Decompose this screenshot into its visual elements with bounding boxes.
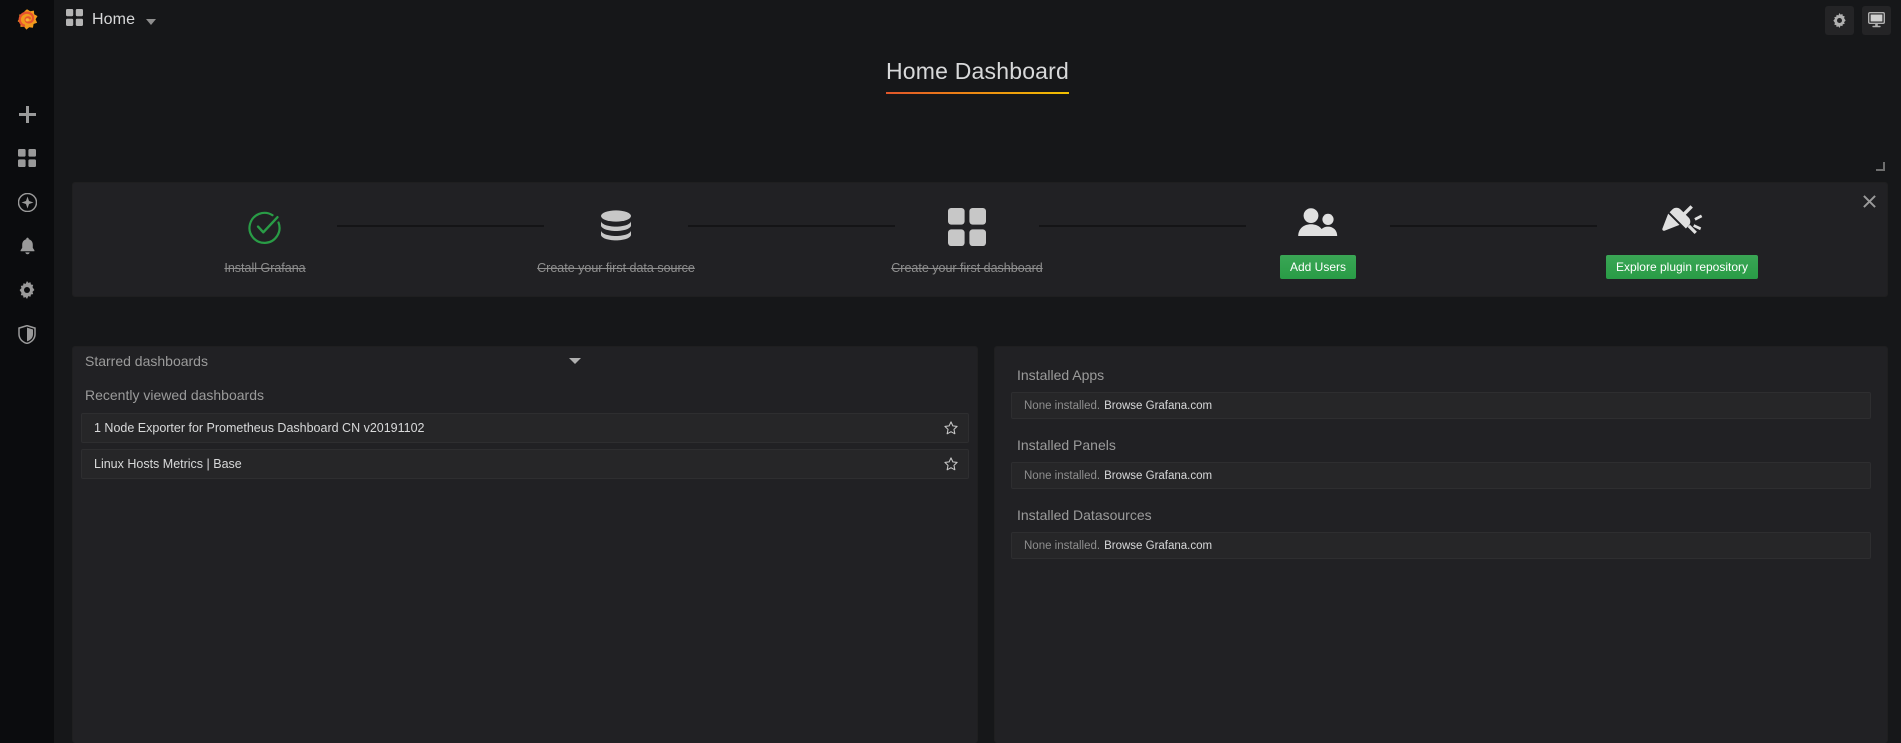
gear-icon (18, 281, 36, 299)
dashboard-link[interactable]: 1 Node Exporter for Prometheus Dashboard… (94, 421, 425, 435)
sidebar-item-dashboards[interactable] (0, 136, 54, 180)
installed-apps-empty-row: None installed. Browse Grafana.com (1011, 392, 1871, 419)
dashboard-link[interactable]: Linux Hosts Metrics | Base (94, 457, 242, 471)
list-item[interactable]: Linux Hosts Metrics | Base (81, 449, 969, 479)
step-connector (1390, 224, 1597, 227)
gear-icon (1832, 12, 1847, 28)
sidebar-item-alerting[interactable] (0, 224, 54, 268)
side-navigation-items (0, 92, 54, 356)
browse-grafana-link[interactable]: Browse Grafana.com (1104, 470, 1212, 482)
database-icon (597, 204, 635, 250)
installed-datasources-group: Installed Datasources None installed. Br… (1005, 501, 1877, 559)
dashboard-title-area: Home Dashboard (54, 40, 1901, 155)
plus-icon (18, 105, 36, 123)
installed-apps-group: Installed Apps None installed. Browse Gr… (1005, 361, 1877, 419)
installed-plugins-panel: Installed Apps None installed. Browse Gr… (994, 346, 1888, 743)
step-connector (337, 224, 544, 227)
dashboard-settings-button[interactable] (1825, 5, 1854, 35)
getting-started-step-create-dashboard[interactable]: Create your first dashboard (891, 204, 1043, 275)
kiosk-mode-button[interactable] (1862, 5, 1891, 35)
star-outline-icon[interactable] (944, 457, 958, 471)
empty-text: None installed. (1024, 399, 1101, 412)
monitor-icon (1868, 12, 1885, 28)
star-outline-icon[interactable] (944, 421, 958, 435)
dashboard-grid-icon (18, 149, 36, 167)
chevron-down-icon[interactable] (146, 18, 157, 25)
grafana-logo[interactable] (0, 0, 54, 44)
breadcrumb[interactable]: Home (54, 9, 157, 31)
plug-icon (1661, 200, 1703, 246)
chevron-down-icon[interactable] (569, 358, 581, 364)
explore-plugin-repository-button[interactable]: Explore plugin repository (1605, 255, 1759, 279)
installed-datasources-title: Installed Datasources (1017, 507, 1152, 523)
dashboard-grid-icon (948, 204, 986, 250)
shield-icon (18, 324, 36, 344)
breadcrumb-label: Home (92, 11, 136, 28)
step-connector (1039, 224, 1246, 227)
users-icon (1296, 200, 1340, 246)
browse-grafana-link[interactable]: Browse Grafana.com (1104, 540, 1212, 552)
list-item[interactable]: 1 Node Exporter for Prometheus Dashboard… (81, 413, 969, 443)
sidebar-item-server-admin[interactable] (0, 312, 54, 356)
recently-viewed-dashboard-list: 1 Node Exporter for Prometheus Dashboard… (73, 413, 977, 479)
grafana-app: Home Home Dashboard Install Grafana Crea… (0, 0, 1901, 743)
browse-grafana-link[interactable]: Browse Grafana.com (1104, 400, 1212, 412)
getting-started-step-explore-plugins[interactable]: Explore plugin repository (1597, 200, 1767, 279)
installed-apps-title: Installed Apps (1017, 367, 1105, 383)
empty-text: None installed. (1024, 469, 1101, 482)
step-label: Create your first dashboard (891, 261, 1043, 275)
starred-dashboards-label: Starred dashboards (85, 353, 208, 369)
getting-started-step-create-data-source[interactable]: Create your first data source (537, 204, 695, 275)
bell-icon (19, 237, 36, 255)
dashboards-panel: Starred dashboards Recently viewed dashb… (72, 346, 978, 743)
sidebar-item-configuration[interactable] (0, 268, 54, 312)
installed-panels-title: Installed Panels (1017, 437, 1116, 453)
step-label: Install Grafana (224, 261, 306, 275)
top-bar-actions (1825, 5, 1901, 35)
panel-resize-handle[interactable] (1876, 162, 1885, 171)
installed-plugins-content: Installed Apps None installed. Browse Gr… (995, 347, 1887, 559)
dashboard-grid-icon (66, 9, 83, 31)
getting-started-step-add-users[interactable]: Add Users (1246, 200, 1390, 279)
installed-datasources-empty-row: None installed. Browse Grafana.com (1011, 532, 1871, 559)
installed-panels-empty-row: None installed. Browse Grafana.com (1011, 462, 1871, 489)
getting-started-steps: Install Grafana Create your first data s… (73, 183, 1887, 296)
step-label: Create your first data source (537, 261, 695, 275)
step-connector (688, 224, 895, 227)
sidebar-item-create[interactable] (0, 92, 54, 136)
check-circle-icon (248, 204, 282, 250)
recently-viewed-label: Recently viewed dashboards (85, 387, 264, 403)
sidebar-item-explore[interactable] (0, 180, 54, 224)
getting-started-panel: Install Grafana Create your first data s… (72, 162, 1888, 297)
side-navigation (0, 0, 54, 743)
starred-dashboards-header[interactable]: Starred dashboards (73, 347, 977, 373)
page-title: Home Dashboard (885, 58, 1070, 94)
add-users-button[interactable]: Add Users (1279, 255, 1357, 279)
getting-started-step-install-grafana[interactable]: Install Grafana (193, 204, 337, 275)
installed-panels-group: Installed Panels None installed. Browse … (1005, 431, 1877, 489)
top-navigation-bar: Home (54, 0, 1901, 40)
compass-icon (17, 192, 37, 212)
empty-text: None installed. (1024, 539, 1101, 552)
